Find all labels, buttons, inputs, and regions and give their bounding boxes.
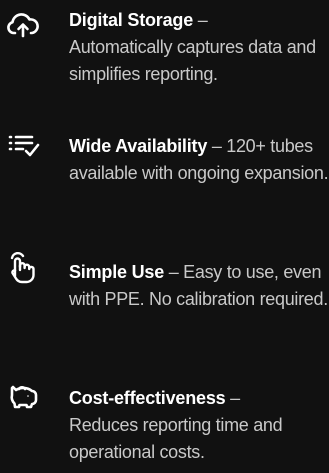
tap-pointer-icon — [6, 250, 40, 284]
feature-text: Simple Use – Easy to use, even with PPE.… — [69, 259, 329, 313]
feature-description: Automatically captures data and simplifi… — [69, 37, 316, 84]
feature-description: Reduces reporting time and operational c… — [69, 415, 283, 462]
list-check-icon — [6, 130, 40, 164]
feature-title: Wide Availability — [69, 136, 208, 156]
feature-text: Cost-effectiveness – Reduces reporting t… — [69, 385, 329, 466]
cloud-upload-icon — [6, 8, 40, 42]
piggy-bank-icon — [6, 378, 40, 412]
feature-separator: – — [207, 136, 227, 156]
feature-separator: – — [193, 10, 208, 30]
feature-text: Wide Availability – 120+ tubes available… — [69, 133, 329, 187]
feature-title: Digital Storage — [69, 10, 194, 30]
feature-title: Cost-effectiveness — [69, 388, 226, 408]
feature-separator: – — [225, 388, 240, 408]
feature-text: Digital Storage – Automatically captures… — [69, 7, 329, 88]
feature-title: Simple Use — [69, 262, 165, 282]
feature-separator: – — [164, 262, 184, 282]
